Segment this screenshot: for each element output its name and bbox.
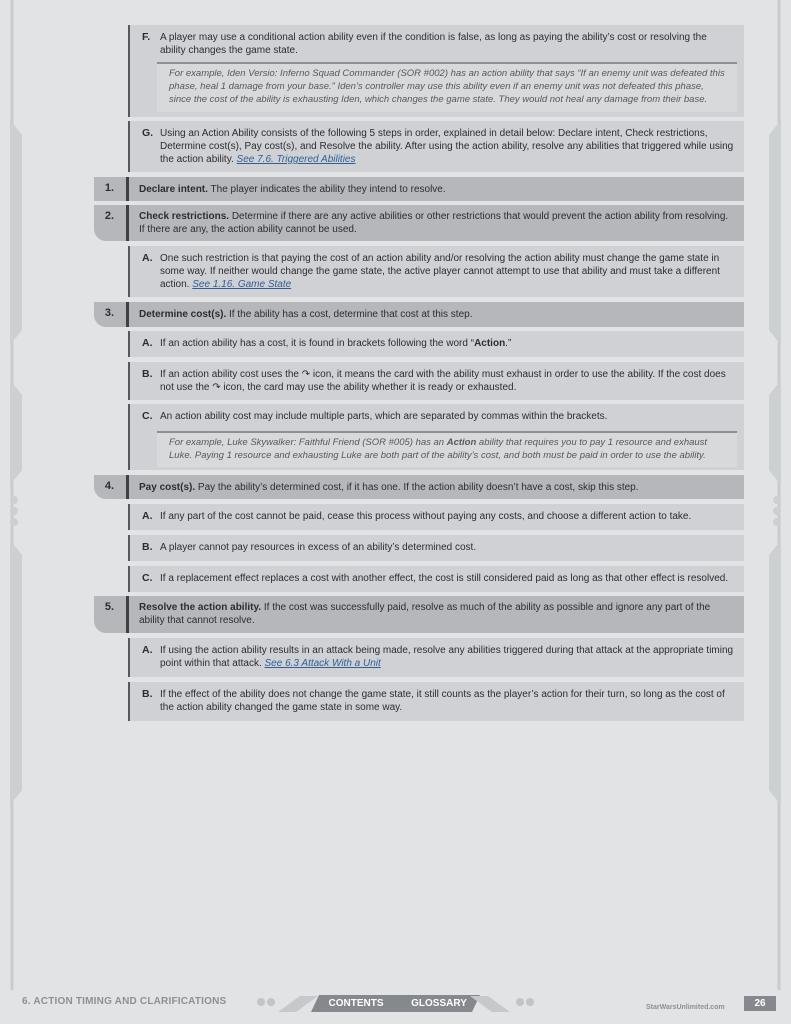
example-F: For example, Iden Versio: Inferno Squad … [157,62,737,112]
contents-button[interactable]: CONTENTS [311,995,401,1012]
step-divider [126,475,129,499]
rule-label: G. [142,127,154,139]
rule-label: F. [142,31,151,43]
xref-link[interactable]: See 6.3 Attack With a Unit [265,658,381,669]
glossary-button[interactable]: GLOSSARY [398,995,480,1012]
step-divider [126,177,129,201]
decorative-dot [267,998,275,1006]
rule-text: If a replacement effect replaces a cost … [160,573,729,584]
website-link[interactable]: StarWarsUnlimited.com [646,1004,725,1011]
example-text: For example, Luke Skywalker: Faithful Fr… [169,437,708,461]
decorative-dot [526,998,534,1006]
xref-link[interactable]: See 1.16. Game State [192,279,291,290]
rule-5B: B. If the effect of the ability does not… [128,682,744,721]
example-text: For example, Iden Versio: Inferno Squad … [169,68,725,105]
xref-link[interactable]: See 7.6. Triggered Abilities [237,154,356,165]
page-number: 26 [744,996,776,1011]
rule-label: B. [142,688,153,700]
step-text: Declare intent. The player indicates the… [139,184,446,195]
step-3: 3. Determine cost(s). If the ability has… [94,302,744,327]
rule-5A: A. If using the action ability results i… [128,638,744,677]
rule-text: If using the action ability results in a… [160,645,734,669]
step-text: Resolve the action ability. If the cost … [139,602,711,626]
rule-label: B. [142,541,153,553]
step-divider [126,302,129,327]
step-number: 1. [104,182,115,194]
rule-text: If an action ability cost uses the ↷ ico… [160,369,726,393]
rule-text: Using an Action Ability consists of the … [160,128,734,165]
rule-label: C. [142,572,153,584]
step-number: 5. [104,601,115,613]
step-2: 2. Check restrictions. Determine if ther… [94,205,744,241]
step-number: 4. [104,480,115,492]
right-decorative-rail [761,0,791,1024]
rule-label: A. [142,510,153,522]
rule-label: A. [142,337,153,349]
rule-text: A player cannot pay resources in excess … [160,542,477,553]
step-text: Determine cost(s). If the ability has a … [139,309,473,320]
decorative-dot [516,998,524,1006]
exhaust-icon: ↷ [212,382,221,393]
rule-text: If the effect of the ability does not ch… [160,689,725,713]
rule-4C: C. If a replacement effect replaces a co… [128,566,744,592]
rule-text: If any part of the cost cannot be paid, … [160,511,692,522]
step-divider [126,205,129,241]
rule-G: G. Using an Action Ability consists of t… [128,121,744,172]
rule-4B: B. A player cannot pay resources in exce… [128,535,744,561]
rule-4A: A. If any part of the cost cannot be pai… [128,504,744,530]
rule-label: A. [142,252,153,264]
left-decorative-rail [0,0,30,1024]
rule-text: An action ability cost may include multi… [160,411,608,422]
step-text: Check restrictions. Determine if there a… [139,211,729,235]
step-1: 1. Declare intent. The player indicates … [94,177,744,201]
step-4: 4. Pay cost(s). Pay the ability’s determ… [94,475,744,499]
rule-2A: A. One such restriction is that paying t… [128,246,744,297]
example-3C: For example, Luke Skywalker: Faithful Fr… [157,431,737,467]
step-number: 3. [104,307,115,319]
rule-3B: B. If an action ability cost uses the ↷ … [128,362,744,400]
footer-section-title: 6. ACTION TIMING AND CLARIFICATIONS [22,996,227,1007]
step-text: Pay cost(s). Pay the ability’s determine… [139,482,639,493]
step-number: 2. [104,210,115,222]
decorative-chevron [470,996,510,1012]
exhaust-icon: ↷ [301,369,311,380]
step-divider [126,596,129,633]
decorative-dot [257,998,265,1006]
step-5: 5. Resolve the action ability. If the co… [94,596,744,633]
rule-text: One such restriction is that paying the … [160,253,720,290]
decorative-chevron [278,996,318,1012]
rule-3A: A. If an action ability has a cost, it i… [128,331,744,357]
rule-text: A player may use a conditional action ab… [160,32,707,56]
rule-label: C. [142,410,153,422]
rule-label: A. [142,644,153,656]
rule-label: B. [142,368,153,380]
rule-text: If an action ability has a cost, it is f… [160,338,512,349]
